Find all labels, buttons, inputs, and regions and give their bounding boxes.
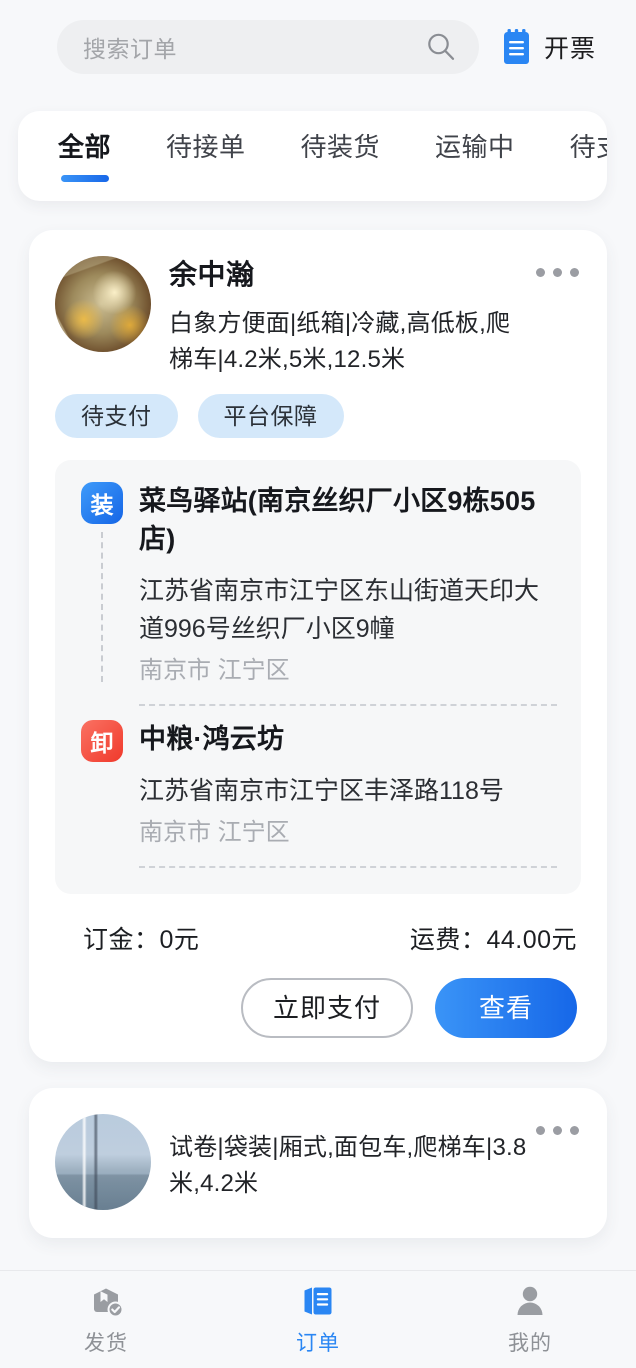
user-profile-icon (511, 1282, 549, 1320)
dot (536, 1126, 545, 1135)
order-summary: 试卷|袋装|厢式,面包车,爬梯车|3.8米,4.2米 (169, 1114, 528, 1202)
more-dots-icon[interactable] (528, 256, 581, 277)
package-check-icon (87, 1282, 125, 1320)
route-block: 装 菜鸟驿站(南京丝织厂小区9栋505店) 江苏省南京市江宁区东山街道天印大道9… (55, 460, 581, 894)
unload-details: 中粮·鸿云坊 江苏省南京市江宁区丰泽路118号 南京市 江宁区 (129, 720, 557, 868)
pay-now-button[interactable]: 立即支付 (240, 978, 413, 1038)
guarantee-badge: 平台保障 (197, 394, 344, 438)
nav-item-profile[interactable]: 我的 (424, 1282, 636, 1357)
unload-marker-icon: 卸 (81, 720, 123, 762)
search-placeholder: 搜索订单 (83, 35, 177, 62)
unload-region: 南京市 江宁区 (139, 819, 290, 846)
view-order-button[interactable]: 查看 (434, 978, 577, 1038)
tab-label: 待装货 (300, 132, 381, 162)
order-card[interactable]: 余中瀚 白象方便面|纸箱|冷藏,高低板,爬梯车|4.2米,5米,12.5米 待支… (29, 230, 607, 1062)
avatar (55, 1114, 151, 1210)
tab-in-transit[interactable]: 运输中 (435, 132, 515, 182)
status-badges: 待支付 平台保障 (55, 394, 581, 438)
nav-label: 我的 (508, 1332, 552, 1355)
dot (536, 268, 545, 277)
divider (139, 866, 557, 868)
dot (570, 1126, 579, 1135)
invoice-button[interactable]: 开票 (501, 28, 602, 65)
nav-item-shipping[interactable]: 发货 (0, 1282, 212, 1357)
unload-address: 江苏省南京市江宁区丰泽路118号 (139, 777, 504, 805)
bottom-navigation: 发货 订单 我的 (0, 1270, 636, 1368)
order-actions: 立即支付 查看 (55, 978, 581, 1038)
shipper-name: 余中瀚 (169, 259, 255, 290)
tabs-strip[interactable]: 全部 待接单 待装货 运输中 待支付 (18, 111, 607, 201)
nav-label: 订单 (296, 1332, 340, 1355)
invoice-clipboard-icon (501, 28, 532, 65)
cargo-description: 试卷|袋装|厢式,面包车,爬梯车|3.8米,4.2米 (169, 1134, 527, 1197)
order-list-screen: 搜索订单 开票 全部 待接单 待装货 运输中 待 余中瀚 白象方便面|纸箱|冷藏… (0, 0, 636, 1368)
search-input[interactable]: 搜索订单 (57, 19, 479, 74)
divider (139, 704, 557, 706)
tab-pending-payment[interactable]: 待支付 (570, 132, 607, 182)
load-marker-column: 装 (75, 482, 129, 682)
more-dots-icon[interactable] (528, 1114, 581, 1135)
order-list-icon (299, 1282, 337, 1320)
load-leg: 装 菜鸟驿站(南京丝织厂小区9栋505店) 江苏省南京市江宁区东山街道天印大道9… (75, 482, 557, 706)
order-summary: 余中瀚 白象方便面|纸箱|冷藏,高低板,爬梯车|4.2米,5米,12.5米 (169, 256, 528, 378)
load-marker-icon: 装 (81, 482, 123, 524)
unload-location-name: 中粮·鸿云坊 (139, 724, 285, 754)
deposit: 订金：0元 (83, 920, 199, 956)
dot (570, 268, 579, 277)
order-header: 余中瀚 白象方便面|纸箱|冷藏,高低板,爬梯车|4.2米,5米,12.5米 (55, 256, 581, 378)
search-header: 搜索订单 开票 (0, 0, 636, 90)
freight: 运费：44.00元 (410, 920, 577, 956)
tab-label: 全部 (58, 132, 112, 162)
deposit-label: 订金： (83, 926, 160, 954)
route-dashed-connector (101, 532, 103, 682)
order-card[interactable]: 试卷|袋装|厢式,面包车,爬梯车|3.8米,4.2米 (29, 1088, 607, 1238)
load-region: 南京市 江宁区 (139, 657, 290, 684)
freight-value: 44.00元 (486, 926, 577, 954)
order-header: 试卷|袋装|厢式,面包车,爬梯车|3.8米,4.2米 (55, 1114, 581, 1210)
status-badge: 待支付 (55, 394, 178, 438)
dot (553, 268, 562, 277)
tab-active-indicator (60, 175, 109, 182)
tab-label: 待接单 (166, 132, 246, 162)
load-location-name: 菜鸟驿站(南京丝织厂小区9栋505店) (139, 486, 536, 554)
tab-all[interactable]: 全部 (58, 132, 111, 182)
unload-marker-column: 卸 (75, 720, 129, 762)
deposit-value: 0元 (159, 926, 200, 954)
avatar (55, 256, 151, 352)
nav-item-orders[interactable]: 订单 (212, 1282, 424, 1357)
tab-label: 待支付 (569, 132, 607, 162)
load-details: 菜鸟驿站(南京丝织厂小区9栋505店) 江苏省南京市江宁区东山街道天印大道996… (129, 482, 557, 706)
tab-pending-accept[interactable]: 待接单 (166, 132, 246, 182)
nav-label: 发货 (84, 1332, 128, 1355)
load-address: 江苏省南京市江宁区东山街道天印大道996号丝织厂小区9幢 (139, 577, 540, 643)
search-icon[interactable] (425, 31, 457, 63)
invoice-label: 开票 (544, 34, 597, 63)
freight-label: 运费： (409, 926, 487, 954)
cargo-description: 白象方便面|纸箱|冷藏,高低板,爬梯车|4.2米,5米,12.5米 (169, 310, 511, 373)
tab-pending-load[interactable]: 待装货 (301, 132, 381, 182)
dot (553, 1126, 562, 1135)
order-status-tabs: 全部 待接单 待装货 运输中 待支付 (18, 111, 607, 201)
unload-leg: 卸 中粮·鸿云坊 江苏省南京市江宁区丰泽路118号 南京市 江宁区 (75, 720, 557, 868)
tab-label: 运输中 (435, 132, 515, 162)
price-row: 订金：0元 运费：44.00元 (55, 920, 581, 956)
